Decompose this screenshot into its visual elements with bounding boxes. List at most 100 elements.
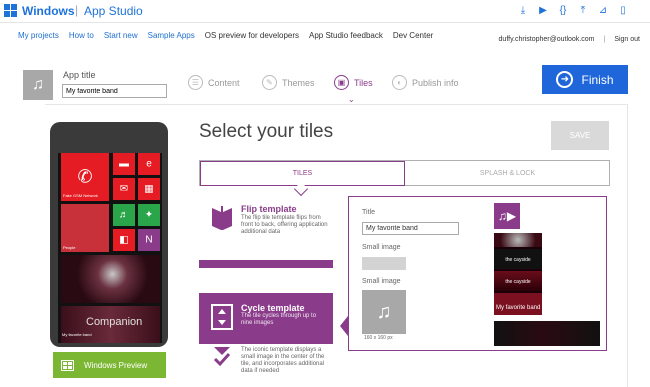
flip-template-icon xyxy=(212,206,232,230)
mail-icon: ✉ xyxy=(119,183,129,195)
phone-tile: ✆ Fake GSM Network xyxy=(61,153,109,201)
phone-screen: ✆ Fake GSM Network ▬ e ✉ ▦ People ♬ ✦ ◧ … xyxy=(58,153,162,343)
nav-how-to[interactable]: How to xyxy=(69,31,94,40)
app-title-label: App title xyxy=(63,70,96,80)
preview-wide-tile xyxy=(494,321,600,346)
nav-app-studio-feedback[interactable]: App Studio feedback xyxy=(309,31,383,40)
phone-tile: People xyxy=(61,204,109,252)
preview-image: the cayside xyxy=(494,271,542,291)
ie-icon: e xyxy=(146,158,152,170)
chat-icon: ▬ xyxy=(119,158,129,170)
cycle-template-icon xyxy=(211,304,233,330)
upload-icon[interactable]: ⤒ xyxy=(578,5,588,17)
onenote-icon: N xyxy=(145,234,153,246)
nav-my-projects[interactable]: My projects xyxy=(18,31,59,40)
code-icon[interactable]: {} xyxy=(558,5,568,17)
preview-image: the cayside xyxy=(494,249,542,269)
phone-tile xyxy=(61,255,160,303)
nav-dev-center[interactable]: Dev Center xyxy=(393,31,433,40)
sign-out-link[interactable]: Sign out xyxy=(614,36,640,43)
step-content[interactable]: ☰ Content xyxy=(188,75,240,90)
top-bar: Windows | App Studio ⤓ ▶ {} ⤒ ⊿ ▯ xyxy=(0,0,650,23)
selection-arrow xyxy=(340,316,348,336)
step-tiles-label: Tiles xyxy=(354,77,373,88)
phone-tile: ♬ xyxy=(113,204,135,226)
nav-start-new[interactable]: Start new xyxy=(104,31,138,40)
app-icon-tile[interactable]: ♫ xyxy=(23,70,53,100)
phone-tile: ▬ xyxy=(113,153,135,175)
template-separator xyxy=(199,260,333,268)
preview-image xyxy=(494,233,542,247)
app-title-input[interactable] xyxy=(62,84,167,98)
nav-os-preview[interactable]: OS preview for developers xyxy=(205,31,299,40)
iconic-template-icon xyxy=(213,347,231,367)
divider xyxy=(45,104,628,105)
windows-preview-label: Windows Preview xyxy=(84,360,148,370)
template-description: The iconic template displays a small ima… xyxy=(241,347,325,374)
chart-icon[interactable]: ⊿ xyxy=(598,5,608,17)
iconic-template-option[interactable]: The iconic template displays a small ima… xyxy=(199,345,333,387)
phone-icon[interactable]: ▯ xyxy=(618,5,628,17)
arrow-right-icon: ➜ xyxy=(556,71,574,88)
office-icon: ◧ xyxy=(119,234,129,246)
phone-favorite-label: My favorite band xyxy=(62,332,92,337)
small-image-label: Small image xyxy=(362,278,401,285)
preview-small-tile: ♫▶ xyxy=(494,203,520,229)
music-icon: ♬ xyxy=(119,209,129,221)
user-separator: | xyxy=(603,36,606,43)
step-publish-info[interactable]: ◐ Publish info xyxy=(392,75,459,90)
preview-image xyxy=(494,293,542,315)
nav-sample-apps[interactable]: Sample Apps xyxy=(148,31,195,40)
windows-logo-icon xyxy=(4,4,18,18)
product-name[interactable]: App Studio xyxy=(84,4,143,18)
finish-button[interactable]: ➜ Finish xyxy=(542,65,628,94)
flip-template-option[interactable]: Flip template The flip tile template fli… xyxy=(199,200,333,250)
tab-splash-lock[interactable]: SPLASH & LOCK xyxy=(405,161,610,186)
preview-image xyxy=(494,321,542,346)
brand-name[interactable]: Windows xyxy=(22,4,75,18)
template-description: The tile cycles through up to nine image… xyxy=(241,313,317,326)
chevron-down-icon: ⌄ xyxy=(348,95,355,104)
template-name: Cycle template xyxy=(241,303,305,313)
step-themes[interactable]: ✎ Themes xyxy=(262,75,315,90)
preview-tile-label: My favorite band xyxy=(496,305,541,311)
phone-call-icon: ✆ xyxy=(77,166,93,187)
phone-tile: ✦ xyxy=(138,204,160,226)
phone-tile: ◧ xyxy=(113,229,135,251)
page-title: Select your tiles xyxy=(199,121,334,142)
download-icon[interactable]: ⤓ xyxy=(518,5,528,17)
themes-icon: ✎ xyxy=(262,75,277,90)
music-note-icon: ♫ xyxy=(376,300,392,323)
phone-tile: ▦ xyxy=(138,178,160,200)
tile-title-input[interactable] xyxy=(362,222,459,235)
tab-bar: TILES SPLASH & LOCK xyxy=(199,160,610,186)
step-themes-label: Themes xyxy=(282,77,315,88)
windows-preview-button[interactable]: Windows Preview xyxy=(53,352,166,378)
publish-icon: ◐ xyxy=(392,75,407,90)
music-note-icon: ♫▶ xyxy=(497,209,517,223)
play-icon[interactable]: ▶ xyxy=(538,5,548,17)
small-image-upload[interactable]: ♫ xyxy=(362,290,406,334)
content-icon: ☰ xyxy=(188,75,203,90)
brand-separator: | xyxy=(75,3,79,17)
template-description: The flip tile template flips from front … xyxy=(241,215,328,235)
people-label: People xyxy=(63,245,76,250)
phone-tile: ✉ xyxy=(113,178,135,200)
save-button[interactable]: SAVE xyxy=(551,121,609,150)
tab-tiles[interactable]: TILES xyxy=(200,161,405,186)
photos-icon: ▦ xyxy=(144,183,154,195)
finish-label: Finish xyxy=(581,72,614,87)
network-label: Fake GSM Network xyxy=(63,193,98,198)
windows-icon xyxy=(61,359,74,371)
step-tiles[interactable]: ▣ Tiles xyxy=(334,75,373,90)
divider xyxy=(627,104,628,387)
preview-image xyxy=(542,321,600,346)
small-image-slot[interactable] xyxy=(362,257,406,270)
step-publish-label: Publish info xyxy=(412,77,459,88)
music-note-icon: ♫ xyxy=(32,76,44,93)
tiles-icon: ▣ xyxy=(334,75,349,90)
phone-companion-text: Companion xyxy=(86,316,143,328)
step-content-label: Content xyxy=(208,77,240,88)
cycle-template-option[interactable]: Cycle template The tile cycles through u… xyxy=(199,293,333,344)
xbox-icon: ✦ xyxy=(144,209,154,221)
